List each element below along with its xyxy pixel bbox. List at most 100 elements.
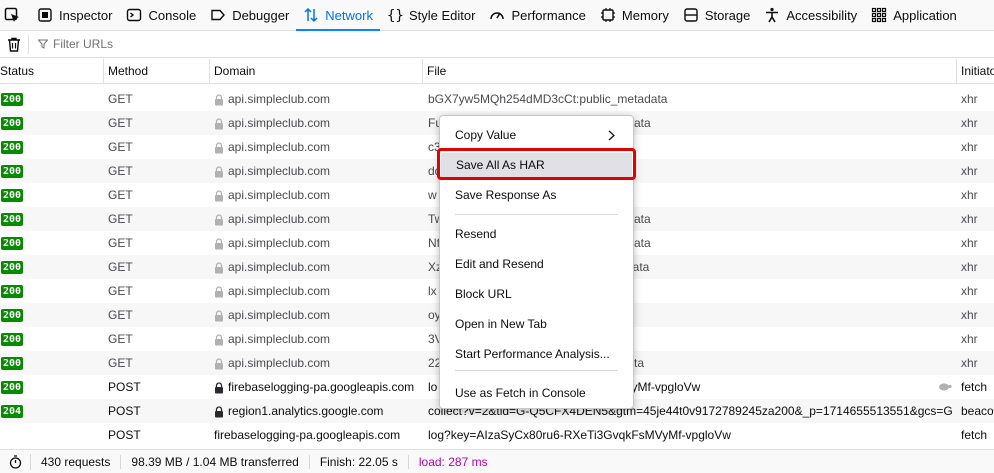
lock-icon — [215, 406, 223, 418]
network-icon — [304, 7, 318, 23]
column-domain[interactable]: Domain — [210, 59, 423, 83]
method-cell: GET — [108, 260, 133, 274]
domain-cell: api.simpleclub.com — [214, 303, 422, 327]
file-tail: VyMf-vpgloVw — [624, 380, 701, 394]
domain-cell: api.simpleclub.com — [214, 111, 422, 135]
domain-text: region1.analytics.google.com — [228, 404, 384, 418]
network-status-bar: 430 requests 98.39 MB / 1.04 MB transfer… — [0, 449, 994, 473]
menu-item-resend[interactable]: Resend — [440, 222, 633, 246]
request-count: 430 requests — [31, 454, 122, 469]
status-badge: 200 — [1, 141, 24, 155]
filter-urls-input[interactable]: Filter URLs — [38, 37, 113, 51]
method-cell: GET — [108, 332, 133, 346]
menu-item-label: Start Performance Analysis... — [455, 347, 610, 361]
menu-item-copy-value[interactable]: Copy Value — [440, 123, 633, 147]
tab-debugger[interactable]: Debugger — [203, 0, 296, 31]
status-badge: 200 — [1, 357, 24, 371]
initiator-cell: xhr — [961, 284, 978, 298]
initiator-cell: xhr — [961, 356, 978, 370]
status-cell: 204 — [0, 399, 104, 423]
status-cell: 200 — [0, 303, 104, 327]
table-row[interactable]: POST firebaselogging-pa.googleapis.com log… — [0, 423, 994, 447]
lock-icon — [215, 166, 223, 178]
menu-item-save-response-as[interactable]: Save Response As — [440, 183, 633, 207]
menu-item-start-performance-analysis[interactable]: Start Performance Analysis... — [440, 342, 633, 366]
status-cell — [0, 423, 104, 447]
clear-requests-button[interactable] — [0, 34, 29, 54]
menu-item-label: Open in New Tab — [455, 317, 547, 331]
filter-icon — [38, 39, 48, 49]
menu-item-label: Resend — [455, 227, 497, 241]
tab-network-label: Network — [325, 7, 373, 23]
element-picker-icon — [4, 7, 19, 22]
domain-cell: api.simpleclub.com — [214, 231, 422, 255]
chevron-right-icon — [608, 130, 615, 141]
status-badge: 200 — [1, 381, 24, 395]
domain-cell: api.simpleclub.com — [214, 279, 422, 303]
tab-application[interactable]: Application — [864, 0, 964, 31]
domain-text: api.simpleclub.com — [228, 236, 331, 250]
lock-icon — [215, 142, 223, 154]
menu-item-label: Block URL — [455, 287, 512, 301]
file-tail: ata — [634, 116, 651, 130]
menu-item-block-url[interactable]: Block URL — [440, 282, 633, 306]
menu-item-use-as-fetch-in-console[interactable]: Use as Fetch in Console — [440, 381, 633, 405]
initiator-cell: xhr — [961, 140, 978, 154]
method-cell: GET — [108, 284, 133, 298]
storage-icon — [684, 8, 698, 22]
tab-console[interactable]: Console — [119, 0, 203, 31]
status-badge: 200 — [1, 237, 24, 251]
performance-icon — [490, 12, 505, 20]
lock-icon — [215, 262, 223, 274]
tab-memory-label: Memory — [621, 7, 669, 23]
tab-inspector[interactable]: Inspector — [30, 0, 119, 31]
application-icon — [872, 7, 887, 23]
column-method[interactable]: Method — [104, 59, 210, 83]
tab-performance[interactable]: Performance — [482, 0, 592, 31]
column-status[interactable]: Status — [0, 59, 104, 83]
status-badge: 200 — [1, 165, 24, 179]
element-picker-button[interactable] — [0, 0, 30, 31]
lock-icon — [215, 94, 223, 106]
column-file[interactable]: File — [423, 59, 957, 83]
method-cell: GET — [108, 140, 133, 154]
stopwatch-icon — [9, 454, 21, 469]
domain-cell: firebaselogging-pa.googleapis.com — [214, 423, 422, 447]
tracking-turtle-icon — [939, 383, 952, 391]
tab-inspector-label: Inspector — [59, 7, 113, 23]
tab-style-editor[interactable]: {} Style Editor — [380, 0, 482, 31]
inspector-icon — [38, 8, 52, 22]
lock-icon — [215, 286, 223, 298]
domain-cell: api.simpleclub.com — [214, 351, 422, 375]
status-cell: 200 — [0, 159, 104, 183]
tab-storage-label: Storage — [704, 7, 751, 23]
console-icon — [127, 8, 142, 22]
initiator-cell: xhr — [961, 236, 978, 250]
column-initiator[interactable]: Initiato — [957, 59, 994, 83]
file-cell: log?key=AIzaSyCx80ru6-RXeTi3GvqkFsMVyMf-… — [428, 423, 953, 447]
menu-item-open-in-new-tab[interactable]: Open in New Tab — [440, 312, 633, 336]
tab-storage[interactable]: Storage — [676, 0, 758, 31]
status-badge: 200 — [1, 213, 24, 227]
file-text: w — [428, 188, 437, 202]
performance-analysis-button[interactable] — [0, 453, 31, 470]
tab-network[interactable]: Network — [296, 0, 380, 31]
lock-icon — [215, 382, 223, 394]
menu-item-edit-and-resend[interactable]: Edit and Resend — [440, 252, 633, 276]
status-cell: 200 — [0, 279, 104, 303]
tab-memory[interactable]: Memory — [593, 0, 676, 31]
finish-time: Finish: 22.05 s — [310, 454, 409, 469]
table-row[interactable]: 200 GET api.simpleclub.com bGX7yw5MQh254dMD… — [0, 87, 994, 111]
menu-item-label: Use as Fetch in Console — [455, 386, 586, 400]
tab-accessibility[interactable]: Accessibility — [757, 0, 864, 31]
highlight-box — [437, 148, 636, 180]
domain-text: api.simpleclub.com — [228, 188, 331, 202]
method-cell: GET — [108, 188, 133, 202]
method-cell: GET — [108, 92, 133, 106]
domain-text: api.simpleclub.com — [228, 116, 331, 130]
domain-text: api.simpleclub.com — [228, 332, 331, 346]
domain-text: api.simpleclub.com — [228, 356, 331, 370]
filter-urls-placeholder: Filter URLs — [53, 37, 114, 51]
status-cell: 200 — [0, 135, 104, 159]
domain-text: api.simpleclub.com — [228, 140, 331, 154]
